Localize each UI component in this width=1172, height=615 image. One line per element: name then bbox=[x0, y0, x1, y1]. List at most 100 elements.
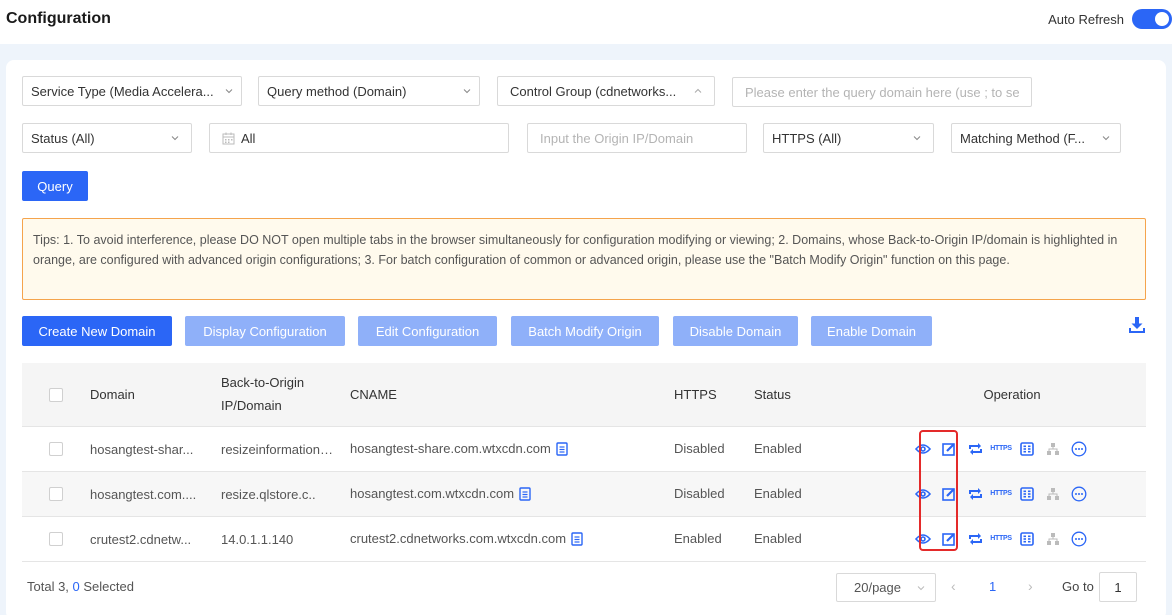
toggle-knob bbox=[1155, 12, 1169, 26]
https-cell: Disabled bbox=[674, 471, 754, 517]
auto-refresh-toggle[interactable] bbox=[1132, 9, 1172, 29]
page-size-select[interactable]: 20/page bbox=[836, 573, 936, 602]
operation-cell: HTTPS bbox=[884, 516, 1146, 562]
enable-domain-button[interactable]: Enable Domain bbox=[811, 316, 932, 346]
tips-banner: Tips: 1. To avoid interference, please D… bbox=[22, 218, 1146, 300]
origin-cell: resize.qlstore.c.. bbox=[221, 471, 350, 517]
https-select[interactable]: HTTPS (All) bbox=[763, 123, 934, 153]
https-cell: Enabled bbox=[674, 516, 754, 562]
status-cell: Enabled bbox=[754, 426, 884, 472]
status-value: Status (All) bbox=[31, 130, 95, 146]
row-checkbox[interactable] bbox=[49, 442, 63, 457]
service-type-select[interactable]: Service Type (Media Accelera... bbox=[22, 76, 242, 106]
control-group-value: Control Group (cdnetworks... bbox=[510, 83, 677, 99]
cname-value: crutest2.cdnetworks.com.wtxcdn.com bbox=[350, 530, 567, 546]
page-1-button[interactable]: 1 bbox=[989, 579, 996, 594]
cname-value: hosangtest-share.com.wtxcdn.com bbox=[350, 440, 551, 456]
table-icon[interactable] bbox=[1014, 484, 1040, 504]
hierarchy-icon[interactable] bbox=[1040, 529, 1066, 549]
table-icon[interactable] bbox=[1014, 439, 1040, 459]
row-checkbox-cell bbox=[22, 516, 90, 562]
domain-link[interactable]: hosangtest.com.... bbox=[90, 487, 196, 502]
query-method-value: Query method (Domain) bbox=[267, 83, 407, 99]
edit-icon[interactable] bbox=[936, 484, 962, 504]
domain-link[interactable]: crutest2.cdnetw... bbox=[90, 532, 191, 547]
domain-cell: crutest2.cdnetw... bbox=[90, 516, 221, 562]
status-select[interactable]: Status (All) bbox=[22, 123, 192, 153]
header-checkbox-cell bbox=[22, 363, 90, 427]
display-configuration-button[interactable]: Display Configuration bbox=[185, 316, 345, 346]
edit-configuration-button[interactable]: Edit Configuration bbox=[358, 316, 497, 346]
cname-value: hosangtest.com.wtxcdn.com bbox=[350, 485, 515, 501]
refresh-icon[interactable] bbox=[962, 484, 988, 504]
control-group-select[interactable]: Control Group (cdnetworks... bbox=[497, 76, 715, 106]
download-icon[interactable] bbox=[1129, 316, 1147, 334]
eye-icon[interactable] bbox=[910, 439, 936, 459]
eye-icon[interactable] bbox=[910, 484, 936, 504]
hierarchy-icon[interactable] bbox=[1040, 484, 1066, 504]
https-cell: Disabled bbox=[674, 426, 754, 472]
select-all-checkbox[interactable] bbox=[49, 388, 63, 403]
refresh-icon[interactable] bbox=[962, 439, 988, 459]
header-status: Status bbox=[754, 363, 884, 427]
copy-icon[interactable] bbox=[556, 442, 568, 456]
domain-link[interactable]: hosangtest-shar... bbox=[90, 442, 193, 457]
date-range-picker[interactable]: All bbox=[209, 123, 509, 153]
domain-table: Domain Back-to-Origin IP/Domain CNAME HT… bbox=[22, 363, 1146, 562]
https-icon[interactable]: HTTPS bbox=[988, 529, 1014, 549]
eye-icon[interactable] bbox=[910, 529, 936, 549]
hierarchy-icon[interactable] bbox=[1040, 439, 1066, 459]
create-domain-button[interactable]: Create New Domain bbox=[22, 316, 172, 346]
next-page-button[interactable]: › bbox=[1028, 578, 1033, 594]
cname-cell: hosangtest.com.wtxcdn.com bbox=[350, 471, 674, 517]
copy-icon[interactable] bbox=[519, 487, 531, 501]
page-size-value: 20/page bbox=[854, 580, 901, 595]
more-icon[interactable] bbox=[1066, 484, 1092, 504]
header-domain[interactable]: Domain bbox=[90, 363, 221, 427]
page-title: Configuration bbox=[6, 10, 111, 27]
row-checkbox[interactable] bbox=[49, 532, 63, 547]
matching-method-value: Matching Method (F... bbox=[960, 130, 1085, 146]
query-method-select[interactable]: Query method (Domain) bbox=[258, 76, 480, 106]
auto-refresh-label: Auto Refresh bbox=[1048, 11, 1124, 27]
status-cell: Enabled bbox=[754, 471, 884, 517]
table-row: hosangtest.com.... resize.qlstore.c.. hosa… bbox=[22, 471, 1146, 517]
batch-modify-origin-button[interactable]: Batch Modify Origin bbox=[511, 316, 659, 346]
header-origin-line1: Back-to-Origin bbox=[221, 375, 305, 391]
header-https: HTTPS bbox=[674, 363, 754, 427]
row-checkbox[interactable] bbox=[49, 487, 63, 502]
domain-cell: hosangtest.com.... bbox=[90, 471, 221, 517]
origin-input[interactable]: Input the Origin IP/Domain bbox=[527, 123, 747, 153]
goto-page-input[interactable] bbox=[1099, 572, 1137, 602]
domain-cell: hosangtest-shar... bbox=[90, 426, 221, 472]
domain-search-input[interactable]: Please enter the query domain here (use … bbox=[732, 77, 1032, 107]
edit-icon[interactable] bbox=[936, 529, 962, 549]
header-cname: CNAME bbox=[350, 363, 674, 427]
https-icon[interactable]: HTTPS bbox=[988, 484, 1014, 504]
more-icon[interactable] bbox=[1066, 529, 1092, 549]
origin-cell: resizeinformationm... bbox=[221, 426, 350, 472]
matching-method-select[interactable]: Matching Method (F... bbox=[951, 123, 1121, 153]
top-bar: Configuration Auto Refresh bbox=[0, 0, 1172, 44]
cname-cell: hosangtest-share.com.wtxcdn.com bbox=[350, 426, 674, 472]
origin-placeholder: Input the Origin IP/Domain bbox=[540, 130, 694, 146]
refresh-icon[interactable] bbox=[962, 529, 988, 549]
table-row: crutest2.cdnetw... 14.0.1.1.140 crutest2.c… bbox=[22, 516, 1146, 562]
table-icon[interactable] bbox=[1014, 529, 1040, 549]
copy-icon[interactable] bbox=[571, 532, 583, 546]
origin-cell: 14.0.1.1.140 bbox=[221, 516, 350, 562]
service-type-value: Service Type (Media Accelera... bbox=[31, 83, 214, 99]
edit-icon[interactable] bbox=[936, 439, 962, 459]
prev-page-button[interactable]: ‹ bbox=[951, 578, 956, 594]
date-range-value: All bbox=[241, 130, 256, 146]
header-origin-line2: IP/Domain bbox=[221, 398, 282, 414]
disable-domain-button[interactable]: Disable Domain bbox=[673, 316, 798, 346]
operation-icons: HTTPS bbox=[884, 529, 1146, 549]
status-cell: Enabled bbox=[754, 516, 884, 562]
selected-count: 0 bbox=[72, 579, 80, 594]
https-icon[interactable]: HTTPS bbox=[988, 439, 1014, 459]
chevron-down-icon bbox=[171, 134, 179, 142]
chevron-down-icon bbox=[463, 87, 471, 95]
more-icon[interactable] bbox=[1066, 439, 1092, 459]
query-button[interactable]: Query bbox=[22, 171, 88, 201]
